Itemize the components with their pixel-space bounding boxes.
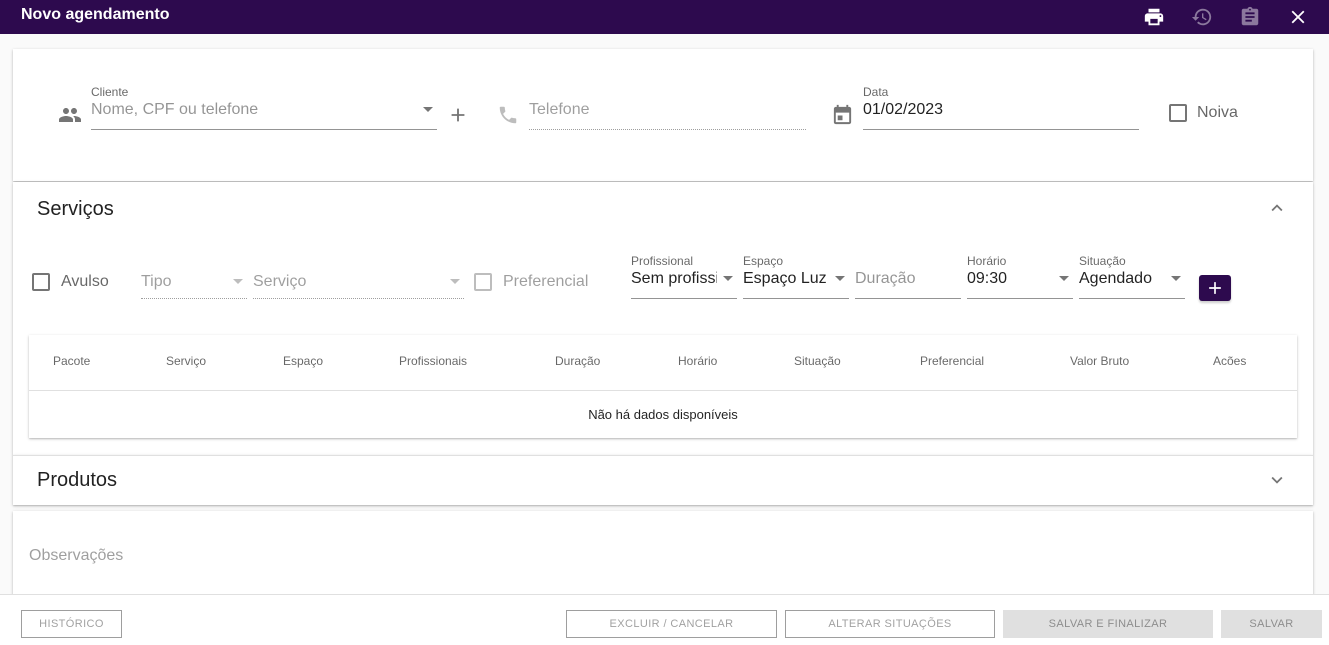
horario-dropdown-icon[interactable]	[1059, 276, 1069, 281]
historico-button[interactable]: HISTÓRICO	[21, 610, 122, 638]
chevron-down-icon	[1271, 476, 1283, 484]
dialog-title: Novo agendamento	[21, 6, 170, 23]
print-icon	[1144, 8, 1164, 26]
telefone-input[interactable]: Telefone	[529, 101, 590, 119]
data-label: Data	[863, 85, 889, 99]
close-icon	[1291, 10, 1305, 24]
tipo-dropdown-icon[interactable]	[233, 279, 243, 284]
alterar-situacoes-button[interactable]: ALTERAR SITUAÇÕES	[785, 610, 995, 638]
cliente-field[interactable]: Cliente Nome, CPF ou telefone	[91, 85, 437, 130]
add-client-icon[interactable]	[447, 104, 469, 126]
excluir-cancelar-button[interactable]: EXCLUIR / CANCELAR	[566, 610, 777, 638]
salvar-button[interactable]: SALVAR	[1221, 610, 1322, 638]
tipo-select[interactable]: Tipo	[141, 260, 247, 299]
servico-dropdown-icon[interactable]	[450, 279, 460, 284]
expand-produtos-button[interactable]	[1265, 468, 1289, 492]
observacoes-card: Observações	[13, 511, 1313, 601]
noiva-label: Noiva	[1197, 104, 1238, 121]
espaco-value[interactable]: Espaço Luz	[743, 270, 829, 288]
clipboard-icon	[1241, 6, 1259, 26]
close-button[interactable]	[1283, 2, 1313, 32]
espaco-select[interactable]: Espaço Espaço Luz	[743, 254, 849, 299]
data-input[interactable]: 01/02/2023	[863, 101, 943, 119]
column-header[interactable]: Preferencial	[920, 354, 984, 368]
servicos-panel: Serviços Avulso Tipo Serviço Preferencia…	[13, 182, 1313, 455]
history-button[interactable]	[1187, 2, 1217, 32]
collapse-servicos-button[interactable]	[1265, 196, 1289, 220]
clipboard-button[interactable]	[1235, 2, 1265, 32]
column-header[interactable]: Horário	[678, 354, 717, 368]
espaco-label: Espaço	[743, 254, 784, 268]
cliente-dropdown-icon[interactable]	[423, 107, 433, 112]
situacao-dropdown-icon[interactable]	[1171, 276, 1181, 281]
app-header: Novo agendamento	[0, 0, 1329, 34]
profissional-value[interactable]: Sem profissional	[631, 270, 717, 288]
telefone-field[interactable]: Telefone	[529, 85, 806, 130]
profissional-dropdown-icon[interactable]	[723, 276, 733, 281]
column-header[interactable]: Valor Bruto	[1070, 354, 1129, 368]
servico-input[interactable]: Serviço	[253, 273, 306, 291]
history-icon	[1191, 8, 1212, 26]
avulso-label: Avulso	[61, 273, 109, 290]
situacao-select[interactable]: Situação Agendado	[1079, 254, 1185, 299]
plus-icon	[1209, 282, 1221, 294]
produtos-title[interactable]: Produtos	[37, 469, 117, 492]
espaco-dropdown-icon[interactable]	[835, 276, 845, 281]
cliente-label: Cliente	[91, 85, 129, 99]
add-service-button[interactable]	[1199, 275, 1231, 301]
horario-label: Horário	[967, 254, 1007, 268]
duracao-input[interactable]: Duração	[855, 270, 915, 288]
servico-select[interactable]: Serviço	[253, 260, 464, 299]
column-header[interactable]: Pacote	[53, 354, 90, 368]
services-table: Pacote Serviço Espaço Profissionais Dura…	[29, 335, 1297, 438]
tipo-input[interactable]: Tipo	[141, 273, 172, 291]
horario-value[interactable]: 09:30	[967, 270, 1007, 288]
table-divider	[29, 390, 1297, 391]
situacao-label: Situação	[1079, 254, 1126, 268]
profissional-select[interactable]: Profissional Sem profissional	[631, 254, 737, 299]
servicos-title[interactable]: Serviços	[37, 198, 114, 221]
people-icon	[59, 108, 81, 122]
chevron-up-icon	[1271, 204, 1283, 212]
column-header[interactable]: Serviço	[166, 354, 206, 368]
column-header[interactable]: Profissionais	[399, 354, 467, 368]
preferencial-label: Preferencial	[503, 273, 589, 290]
phone-icon	[499, 106, 517, 124]
client-card: Cliente Nome, CPF ou telefone Telefone D…	[13, 49, 1313, 181]
table-empty-message: Não há dados disponíveis	[588, 407, 738, 422]
print-button[interactable]	[1139, 2, 1169, 32]
data-field[interactable]: Data 01/02/2023	[863, 85, 1139, 130]
produtos-panel[interactable]: Produtos	[13, 455, 1313, 505]
duracao-field[interactable]: Duração	[855, 254, 961, 299]
calendar-icon[interactable]	[831, 103, 854, 126]
avulso-checkbox[interactable]	[32, 273, 50, 291]
column-header[interactable]: Duração	[555, 354, 600, 368]
horario-select[interactable]: Horário 09:30	[967, 254, 1073, 299]
salvar-finalizar-button[interactable]: SALVAR E FINALIZAR	[1003, 610, 1213, 638]
dialog-body: Cliente Nome, CPF ou telefone Telefone D…	[0, 34, 1329, 601]
dialog-footer: HISTÓRICO EXCLUIR / CANCELAR ALTERAR SIT…	[0, 594, 1329, 645]
column-header[interactable]: Acões	[1213, 354, 1246, 368]
observacoes-input[interactable]: Observações	[29, 547, 123, 565]
noiva-checkbox[interactable]	[1169, 104, 1187, 122]
profissional-label: Profissional	[631, 254, 694, 268]
column-header[interactable]: Situação	[794, 354, 841, 368]
cliente-input[interactable]: Nome, CPF ou telefone	[91, 101, 258, 119]
preferencial-checkbox[interactable]	[474, 273, 492, 291]
column-header[interactable]: Espaço	[283, 354, 323, 368]
situacao-value[interactable]: Agendado	[1079, 270, 1152, 288]
